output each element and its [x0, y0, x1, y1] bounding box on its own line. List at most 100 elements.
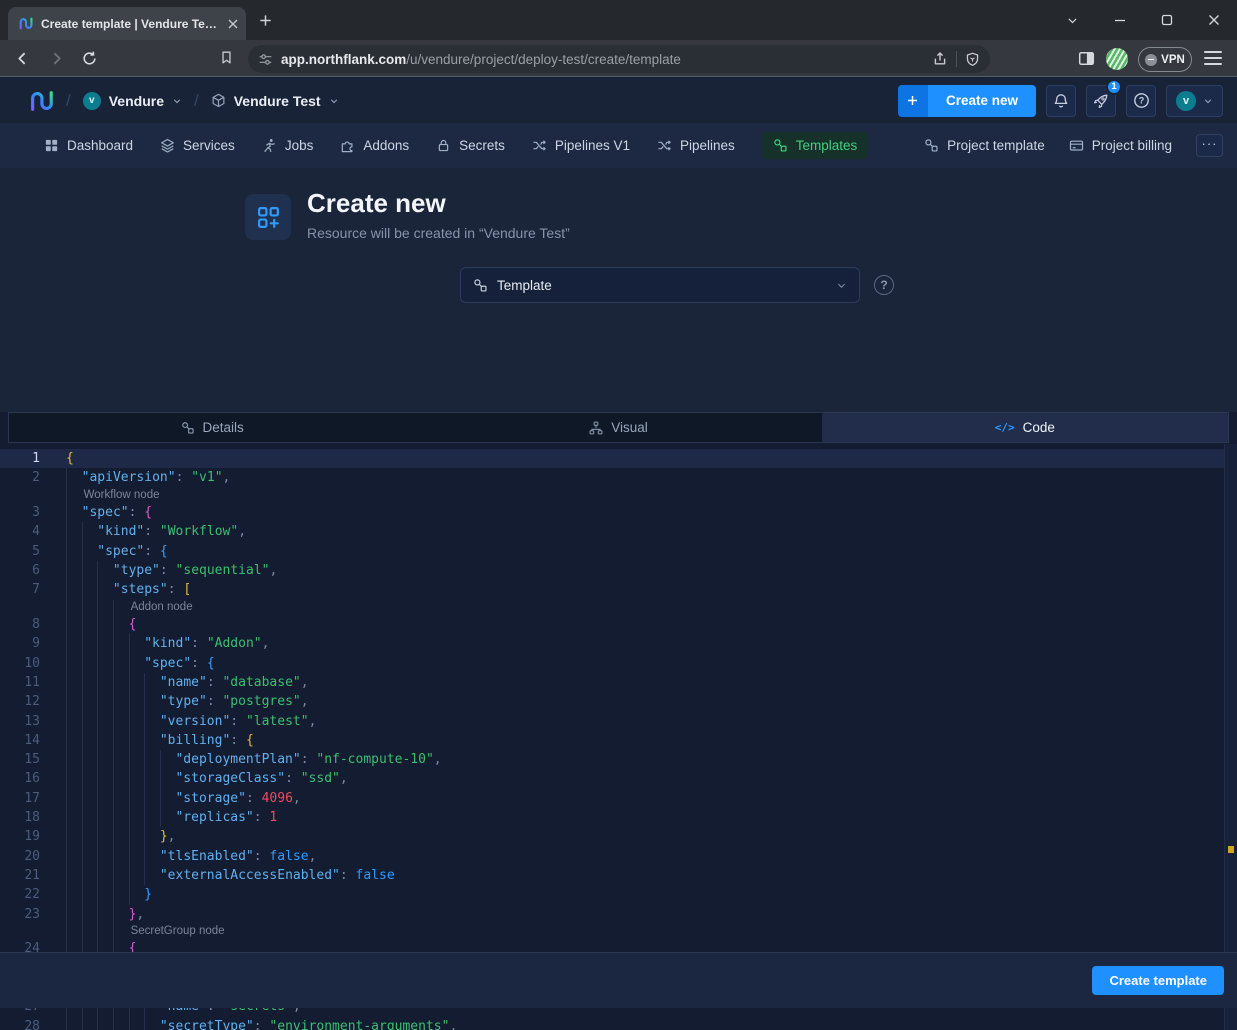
indent-guide	[66, 827, 82, 846]
nav-item-project-billing[interactable]: Project billing	[1069, 138, 1172, 153]
indent-guide	[113, 731, 129, 750]
resource-type-select[interactable]: Template	[460, 267, 860, 303]
indent-guide	[82, 634, 98, 653]
indent-guide	[113, 847, 129, 866]
create-template-button[interactable]: Create template	[1092, 966, 1224, 995]
editor-overview-ruler[interactable]	[1224, 444, 1237, 1030]
dashboard-icon	[44, 138, 59, 153]
indent-guide	[66, 468, 82, 487]
nav-item-pipelines[interactable]: Pipelines	[657, 138, 735, 153]
help-icon[interactable]: ?	[874, 275, 894, 295]
tab-visual[interactable]: Visual	[415, 413, 821, 442]
nav-item-pipelines-v1[interactable]: Pipelines V1	[532, 138, 630, 153]
code-line[interactable]: 23},	[0, 905, 1237, 924]
create-new-icon	[245, 194, 291, 240]
window-chevron-icon[interactable]	[1049, 0, 1096, 40]
url-text[interactable]: app.northflank.com/u/vendure/project/dep…	[281, 52, 924, 67]
side-panel-icon[interactable]	[1078, 50, 1095, 67]
code-line[interactable]: 12"type": "postgres",	[0, 692, 1237, 711]
vpn-badge[interactable]: VPN	[1138, 47, 1192, 72]
whats-new-button[interactable]: 1	[1086, 85, 1116, 117]
code-line[interactable]: 1{	[0, 449, 1237, 468]
indent-guide	[82, 731, 98, 750]
window-maximize-icon[interactable]	[1143, 0, 1190, 40]
indent-guide	[82, 847, 98, 866]
code-line[interactable]: 3"spec": {	[0, 503, 1237, 522]
code-editor[interactable]: 1{2"apiVersion": "v1",Workflow node3"spe…	[0, 444, 1237, 1030]
nav-item-project-template[interactable]: Project template	[924, 138, 1045, 153]
code-line[interactable]: 5"spec": {	[0, 542, 1237, 561]
window-close-icon[interactable]	[1190, 0, 1237, 40]
code-token: :	[176, 468, 192, 487]
code-line[interactable]: 22}	[0, 885, 1237, 904]
forward-icon[interactable]	[48, 50, 65, 67]
code-line[interactable]: 10"spec": {	[0, 654, 1237, 673]
notifications-button[interactable]	[1046, 85, 1076, 117]
breadcrumb-org[interactable]: v Vendure	[83, 92, 182, 110]
help-button[interactable]: ?	[1126, 85, 1156, 117]
code-line[interactable]: 8{	[0, 615, 1237, 634]
nav-item-secrets[interactable]: Secrets	[436, 138, 505, 153]
code-line[interactable]: 11"name": "database",	[0, 673, 1237, 692]
share-icon[interactable]	[932, 51, 948, 67]
layers-icon	[160, 138, 175, 153]
code-line[interactable]: 19},	[0, 827, 1237, 846]
code-line[interactable]: 17"storage": 4096,	[0, 789, 1237, 808]
nav-item-addons[interactable]: Addons	[340, 138, 409, 153]
code-line[interactable]: 28"secretType": "environment-arguments",	[0, 1017, 1237, 1030]
code-token: "apiVersion"	[82, 468, 176, 487]
reload-icon[interactable]	[81, 50, 98, 67]
indent-guide	[82, 542, 98, 561]
code-line[interactable]: 16"storageClass": "ssd",	[0, 769, 1237, 788]
code-line[interactable]: 2"apiVersion": "v1",	[0, 468, 1237, 487]
code-token: :	[230, 731, 246, 750]
nav-item-templates[interactable]: Templates	[762, 132, 869, 159]
code-annotation[interactable]: Addon node	[0, 600, 1237, 616]
code-line[interactable]: 20"tlsEnabled": false,	[0, 847, 1237, 866]
code-line[interactable]: 4"kind": "Workflow",	[0, 522, 1237, 541]
nav-item-jobs[interactable]: Jobs	[262, 138, 314, 153]
line-number: 4	[0, 522, 40, 541]
indent-guide	[97, 750, 113, 769]
shuffle-icon	[532, 138, 547, 153]
url-bar[interactable]: app.northflank.com/u/vendure/project/dep…	[248, 45, 990, 73]
code-annotation[interactable]: SecretGroup node	[0, 924, 1237, 940]
browser-menu-icon[interactable]	[1204, 51, 1222, 65]
line-number	[0, 924, 40, 940]
code-line[interactable]: 9"kind": "Addon",	[0, 634, 1237, 653]
code-line[interactable]: 15"deploymentPlan": "nf-compute-10",	[0, 750, 1237, 769]
nav-item-dashboard[interactable]: Dashboard	[44, 138, 133, 153]
code-annotation[interactable]: Workflow node	[0, 488, 1237, 504]
user-menu[interactable]: v	[1166, 85, 1223, 117]
extension-icon[interactable]	[1106, 48, 1128, 70]
breadcrumb-project[interactable]: Vendure Test	[211, 93, 339, 109]
back-icon[interactable]	[14, 50, 31, 67]
code-line[interactable]: 6"type": "sequential",	[0, 561, 1237, 580]
bookmark-icon[interactable]	[219, 50, 234, 65]
create-new-button[interactable]: Create new	[898, 85, 1036, 117]
code-token: "kind"	[144, 634, 191, 653]
northflank-logo-icon[interactable]	[28, 88, 54, 114]
code-line[interactable]: 13"version": "latest",	[0, 712, 1237, 731]
code-line[interactable]: 21"externalAccessEnabled": false	[0, 866, 1237, 885]
brave-shield-icon[interactable]	[965, 52, 980, 67]
line-number: 5	[0, 542, 40, 561]
code-token: "storageClass"	[175, 769, 285, 788]
code-token: ,	[301, 673, 309, 692]
code-line[interactable]: 18"replicas": 1	[0, 808, 1237, 827]
nav-more-button[interactable]: ···	[1196, 134, 1223, 157]
indent-guide	[113, 905, 129, 924]
code-line[interactable]: 7"steps": [	[0, 580, 1237, 599]
tab-details[interactable]: Details	[9, 413, 415, 442]
browser-tab[interactable]: Create template | Vendure Test |	[8, 7, 246, 40]
indent-guide	[97, 866, 113, 885]
code-line[interactable]: 14"billing": {	[0, 731, 1237, 750]
tab-close-icon[interactable]	[228, 19, 238, 29]
nav-item-services[interactable]: Services	[160, 138, 235, 153]
new-tab-button[interactable]	[258, 13, 273, 28]
svg-text:?: ?	[1138, 96, 1144, 106]
window-minimize-icon[interactable]	[1096, 0, 1143, 40]
site-settings-icon[interactable]	[258, 52, 273, 67]
line-number	[0, 600, 40, 616]
tab-code[interactable]: </> Code	[822, 413, 1228, 442]
